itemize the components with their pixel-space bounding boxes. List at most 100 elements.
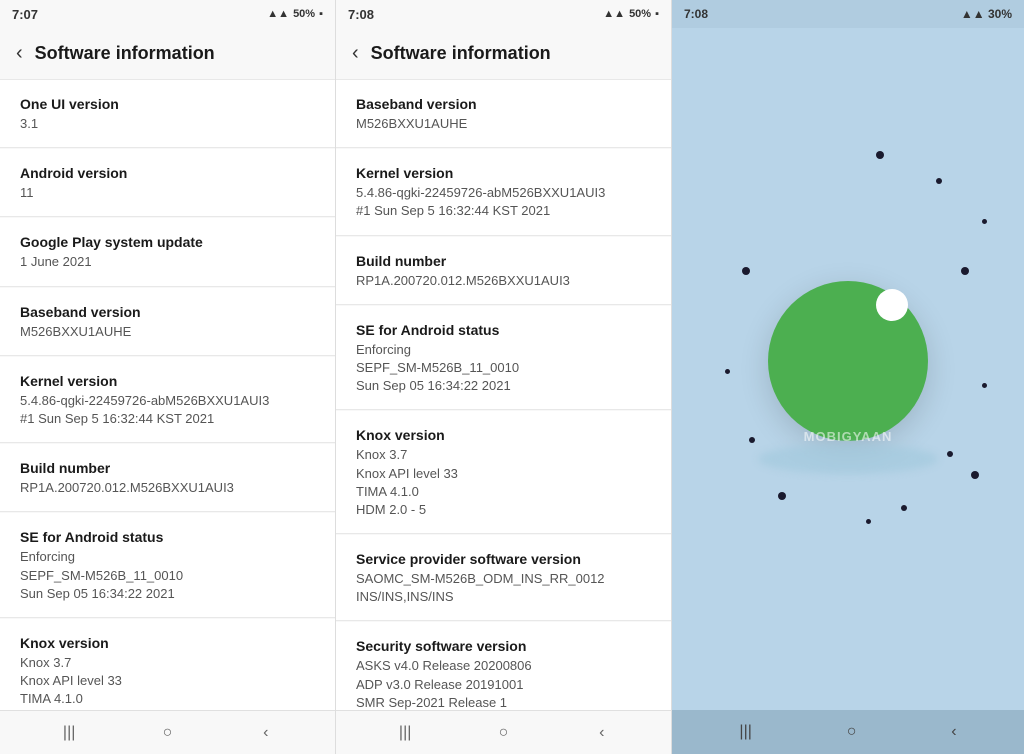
android-dot <box>947 451 953 457</box>
info-value: M526BXXU1AUHE <box>20 323 315 341</box>
nav-header-1: ‹ Software information <box>0 28 335 80</box>
android-dot <box>982 219 987 224</box>
android-dot <box>742 267 750 275</box>
menu-button-3[interactable]: ||| <box>739 723 751 741</box>
battery-icon-1: ▪ <box>319 8 323 20</box>
info-value: 1 June 2021 <box>20 253 315 271</box>
android-dot <box>982 383 987 388</box>
info-item: Knox version Knox 3.7 Knox API level 33 T… <box>336 411 671 534</box>
info-item: SE for Android status Enforcing SEPF_SM-M… <box>0 513 335 618</box>
info-value: Enforcing SEPF_SM-M526B_11_0010 Sun Sep … <box>356 341 651 396</box>
info-label: Baseband version <box>356 96 651 112</box>
panel-1: 7:07 ▲▲ 50% ▪ ‹ Software information One… <box>0 0 336 754</box>
back-nav-button-1[interactable]: ‹ <box>251 718 281 748</box>
back-nav-button-3[interactable]: ‹ <box>951 723 956 741</box>
info-item: SE for Android status Enforcing SEPF_SM-M… <box>336 306 671 411</box>
bottom-nav-2: ||| ○ ‹ <box>336 710 671 754</box>
menu-button-2[interactable]: ||| <box>390 718 420 748</box>
bottom-nav-1: ||| ○ ‹ <box>0 710 335 754</box>
time-3: 7:08 <box>684 7 708 21</box>
status-icons-2: ▲▲ 50% ▪ <box>603 8 659 20</box>
status-bar-2: 7:08 ▲▲ 50% ▪ <box>336 0 671 28</box>
nav-header-2: ‹ Software information <box>336 28 671 80</box>
info-label: Knox version <box>356 427 651 443</box>
info-value: 5.4.86-qgki-22459726-abM526BXXU1AUI3 #1 … <box>20 392 315 428</box>
info-value: 11 <box>20 184 315 202</box>
info-label: Kernel version <box>20 373 315 389</box>
info-label: Knox version <box>20 635 315 651</box>
panel-2: 7:08 ▲▲ 50% ▪ ‹ Software information Bas… <box>336 0 672 754</box>
info-value: 5.4.86-qgki-22459726-abM526BXXU1AUI3 #1 … <box>356 184 651 220</box>
menu-button-1[interactable]: ||| <box>54 718 84 748</box>
info-label: Kernel version <box>356 165 651 181</box>
info-item: Baseband version M526BXXU1AUHE <box>336 80 671 148</box>
info-item: Baseband version M526BXXU1AUHE <box>0 288 335 356</box>
time-1: 7:07 <box>12 7 38 22</box>
bottom-nav-3: ||| ○ ‹ <box>672 710 1024 754</box>
info-label: Security software version <box>356 638 651 654</box>
info-label: Google Play system update <box>20 234 315 250</box>
header-title-2: Software information <box>371 43 551 64</box>
android-dot <box>936 178 942 184</box>
info-value: RP1A.200720.012.M526BXXU1AUI3 <box>20 479 315 497</box>
status-icons-1: ▲▲ 50% ▪ <box>267 8 323 20</box>
panel-3-android: 7:08 ▲▲ 30% MOBIGYAAN ||| ○ ‹ <box>672 0 1024 754</box>
info-item: Google Play system update 1 June 2021 <box>0 218 335 286</box>
info-value: ASKS v4.0 Release 20200806 ADP v3.0 Rele… <box>356 657 651 710</box>
info-value: SAOMC_SM-M526B_ODM_INS_RR_0012 INS/INS,I… <box>356 570 651 606</box>
home-button-1[interactable]: ○ <box>152 718 182 748</box>
info-label: Build number <box>20 460 315 476</box>
android-easter-egg[interactable]: MOBIGYAAN <box>672 28 1024 710</box>
home-button-2[interactable]: ○ <box>488 718 518 748</box>
back-button-1[interactable]: ‹ <box>16 42 23 65</box>
android-dot <box>876 151 884 159</box>
info-value: Enforcing SEPF_SM-M526B_11_0010 Sun Sep … <box>20 548 315 603</box>
android-dot <box>961 267 969 275</box>
status-icons-3: ▲▲ 30% <box>961 7 1012 21</box>
info-value: Knox 3.7 Knox API level 33 TIMA 4.1.0 HD… <box>20 654 315 710</box>
back-nav-button-2[interactable]: ‹ <box>587 718 617 748</box>
info-label: Build number <box>356 253 651 269</box>
info-item: Kernel version 5.4.86-qgki-22459726-abM52… <box>336 149 671 235</box>
info-item: Knox version Knox 3.7 Knox API level 33 T… <box>0 619 335 710</box>
status-bar-1: 7:07 ▲▲ 50% ▪ <box>0 0 335 28</box>
android-dot <box>866 519 871 524</box>
scroll-content-2[interactable]: Baseband version M526BXXU1AUHE Kernel vers… <box>336 80 671 710</box>
info-item: Build number RP1A.200720.012.M526BXXU1AUI… <box>0 444 335 512</box>
back-button-2[interactable]: ‹ <box>352 42 359 65</box>
android-dot <box>749 437 755 443</box>
info-label: One UI version <box>20 96 315 112</box>
info-item: One UI version 3.1 <box>0 80 335 148</box>
battery-3: 30% <box>988 7 1012 21</box>
info-label: Baseband version <box>20 304 315 320</box>
time-2: 7:08 <box>348 7 374 22</box>
info-label: SE for Android status <box>20 529 315 545</box>
signal-icon-2: ▲▲ <box>603 8 625 20</box>
info-item: Security software version ASKS v4.0 Relea… <box>336 622 671 710</box>
status-bar-3: 7:08 ▲▲ 30% <box>672 0 1024 28</box>
android-dot <box>901 505 907 511</box>
battery-1: 50% <box>293 8 315 20</box>
scroll-content-1[interactable]: One UI version 3.1 Android version 11 Google… <box>0 80 335 710</box>
info-item: Service provider software versionSAOMC_S… <box>336 535 671 621</box>
home-button-3[interactable]: ○ <box>847 723 857 741</box>
signal-icon-1: ▲▲ <box>267 8 289 20</box>
android-white-dot <box>876 289 908 321</box>
info-value: RP1A.200720.012.M526BXXU1AUI3 <box>356 272 651 290</box>
info-value: M526BXXU1AUHE <box>356 115 651 133</box>
android-dot <box>778 492 786 500</box>
battery-2: 50% <box>629 8 651 20</box>
signal-icon-3: ▲▲ <box>961 7 985 21</box>
info-label: Android version <box>20 165 315 181</box>
info-item: Android version 11 <box>0 149 335 217</box>
android-shadow <box>758 444 938 474</box>
android-dot <box>725 369 730 374</box>
info-label: SE for Android status <box>356 322 651 338</box>
header-title-1: Software information <box>35 43 215 64</box>
info-value: 3.1 <box>20 115 315 133</box>
battery-icon-2: ▪ <box>655 8 659 20</box>
info-value: Knox 3.7 Knox API level 33 TIMA 4.1.0 HD… <box>356 446 651 519</box>
info-item: Build number RP1A.200720.012.M526BXXU1AUI… <box>336 237 671 305</box>
android-dot <box>971 471 979 479</box>
info-item: Kernel version 5.4.86-qgki-22459726-abM52… <box>0 357 335 443</box>
